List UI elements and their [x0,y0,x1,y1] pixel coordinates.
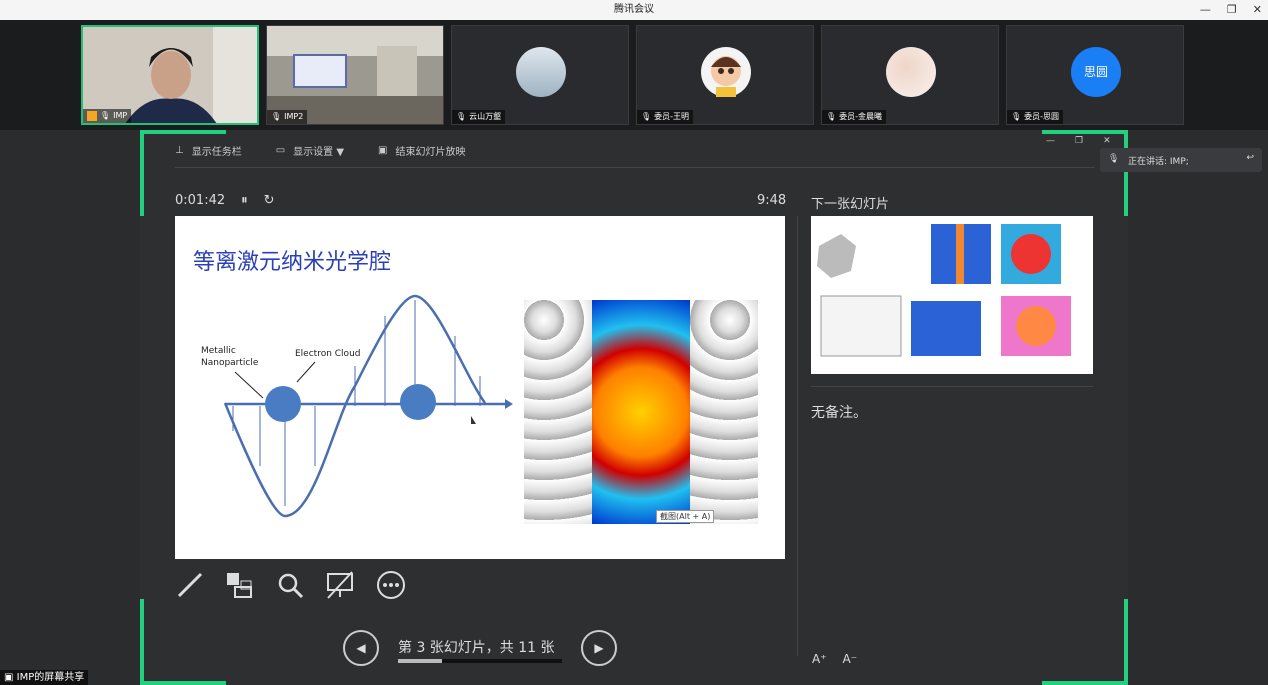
avatar: 思圆 [1071,47,1121,97]
elapsed-time: 0:01:42 [175,193,226,208]
close-icon[interactable]: ✕ [1253,0,1262,20]
speaking-label: 正在讲话: IMP; [1128,157,1189,167]
current-slide: 等离激元纳米光学腔 Metallic Nanoparticle Electron… [175,216,785,559]
slide-progress-fill [398,659,443,663]
font-size-controls: A⁺ A⁻ [812,652,857,666]
slide-counter: 第 3 张幻灯片，共 11 张 [398,640,555,656]
field-map-image: 截图(Alt + A) [524,300,758,524]
participant-name: 🎙 云山万壑 [452,110,506,124]
minimize-icon[interactable]: — [1200,0,1211,20]
end-slideshow-button[interactable]: ▣ 结束幻灯片放映 [378,143,465,158]
clock-time: 9:48 [757,193,787,208]
participant-tile-imp2[interactable]: 🎙 IMP2 [266,25,444,125]
screen-share-label: ▣ IMP的屏幕共享 [0,670,89,685]
collapse-icon[interactable]: ↩ [1246,153,1254,163]
speaking-indicator[interactable]: 🎙 正在讲话: IMP; ↩ [1100,148,1262,172]
mic-icon: 🎙 [641,112,652,121]
next-slide-label: 下一张幻灯片 [811,197,890,212]
divider [797,216,798,656]
restart-icon[interactable]: ↻ [264,193,275,208]
host-icon [87,111,97,121]
mic-icon: 🎙 [826,112,837,121]
restore-icon[interactable]: ❐ [1075,136,1083,146]
share-frame-corner [1042,599,1128,685]
nanoparticle [265,386,301,422]
restore-icon[interactable]: ❐ [1227,0,1237,20]
next-slide-button[interactable]: ▶ [581,630,617,666]
participant-tile-4[interactable]: 🎙 委员-王明 [636,25,814,125]
mic-icon: 🎙 [456,112,467,121]
prev-icon: ◀ [356,641,366,655]
black-screen-icon[interactable] [325,570,355,600]
participant-tile-5[interactable]: 🎙 委员-金晨曦 [821,25,999,125]
participant-name: 🎙 IMP2 [267,110,308,124]
font-increase-icon[interactable]: A⁺ [812,652,827,666]
avatar [516,47,566,97]
next-icon: ▶ [594,641,604,655]
label-nanoparticle: Nanoparticle [201,358,259,368]
display-icon: ▭ [275,145,286,156]
notes-text: 无备注。 [811,405,867,421]
end-show-icon: ▣ [378,145,388,156]
divider [811,386,1093,387]
screenshot-tooltip: 截图(Alt + A) [656,510,715,523]
particle-right [690,300,758,524]
slides-grid-icon[interactable] [224,570,254,600]
font-decrease-icon[interactable]: A⁻ [843,652,858,666]
share-window-controls: — ❐ ✕ [1046,136,1111,146]
cursor-icon [471,416,476,424]
mic-icon: 🎙 [100,111,111,120]
timer-bar: 0:01:42 ⏸ ↻ [175,193,275,208]
window-title: 腾讯会议 [614,4,654,15]
display-settings-button[interactable]: ▭ 显示设置 ▼ [276,143,344,158]
close-icon[interactable]: ✕ [1103,136,1111,146]
mic-icon: 🎙 [1108,154,1120,164]
next-slide-thumbnail [817,224,1071,357]
mic-icon: 🎙 [1011,112,1022,121]
pen-icon[interactable] [175,570,205,600]
cartoon-avatar-icon [711,56,741,97]
label-electron-cloud: Electron Cloud [295,349,360,359]
slide-progress [398,659,562,663]
previous-slide-button[interactable]: ◀ [343,630,379,666]
share-frame-corner [140,599,226,685]
avatar [886,47,936,97]
zoom-icon[interactable] [275,570,305,600]
share-icon: ▣ [4,672,17,683]
title-bar: 腾讯会议 — ❐ ✕ [0,0,1268,20]
more-options-icon[interactable] [376,570,406,600]
show-taskbar-button[interactable]: ⊥ 显示任务栏 [175,143,242,158]
participant-tile-6[interactable]: 思圆 🎙 委员-思圆 [1006,25,1184,125]
participant-name: 🎙 IMP [83,109,132,123]
divider [175,167,1095,168]
participant-name: 🎙 委员-金晨曦 [822,110,887,124]
presenter-toolbar: ⊥ 显示任务栏 ▭ 显示设置 ▼ ▣ 结束幻灯片放映 [175,143,466,158]
avatar [701,47,751,97]
pause-icon[interactable]: ⏸ [241,193,248,208]
nanoparticle [400,384,436,420]
participant-tile-3[interactable]: 🎙 云山万壑 [451,25,629,125]
participant-tile-imp[interactable]: 🎙 IMP [81,25,259,125]
taskbar-icon: ⊥ [175,145,184,156]
particle-left [524,300,592,524]
next-slide-preview[interactable] [811,216,1093,374]
participant-name: 🎙 委员-思圆 [1007,110,1064,124]
mic-icon: 🎙 [271,112,282,121]
minimize-icon[interactable]: — [1046,136,1055,146]
participant-name: 🎙 委员-王明 [637,110,694,124]
participant-strip: 🎙 IMP 🎙 IMP2 🎙 云山万壑 🎙 委员-王明 🎙 委员-金晨曦 思圆 🎙 委员-思… [0,20,1268,130]
label-metallic: Metallic [201,346,236,356]
